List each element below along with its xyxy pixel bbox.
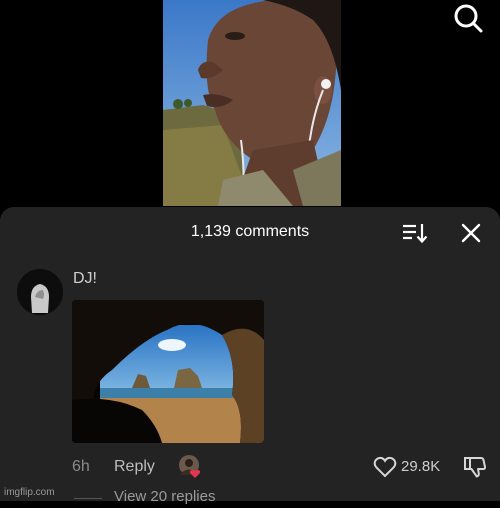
creator-avatar-heart-icon [179,455,201,478]
watermark: imgflip.com [4,487,55,498]
comment-image[interactable] [72,300,264,443]
comment-timestamp: 6h [72,458,90,475]
comment-username[interactable]: DJ! [73,270,97,288]
close-icon [461,223,481,243]
like-count: 29.8K [401,458,441,475]
heart-icon [373,456,397,478]
comments-header: 1,139 comments [0,207,500,259]
dislike-button[interactable] [463,456,487,478]
search-icon [454,4,483,33]
sea-cave-image [72,300,264,443]
reply-button[interactable]: Reply [114,458,155,476]
video-frame[interactable] [163,0,341,206]
hooded-figure-avatar-icon [17,269,63,315]
comments-sheet: 1,139 comments DJ! 6h Reply View 20 repl… [0,207,500,505]
like-button[interactable] [373,456,397,478]
view-replies-button[interactable]: View 20 replies [114,488,215,505]
close-button[interactable] [460,222,482,244]
video-area[interactable] [0,0,500,215]
sort-button[interactable] [402,222,428,244]
sort-icon [403,224,428,244]
search-button[interactable] [452,2,484,34]
replies-divider [74,498,102,499]
thumbs-down-icon [464,457,487,478]
creator-liked-avatar [179,455,203,479]
user-avatar[interactable] [17,269,63,315]
video-thumbnail [163,0,341,206]
